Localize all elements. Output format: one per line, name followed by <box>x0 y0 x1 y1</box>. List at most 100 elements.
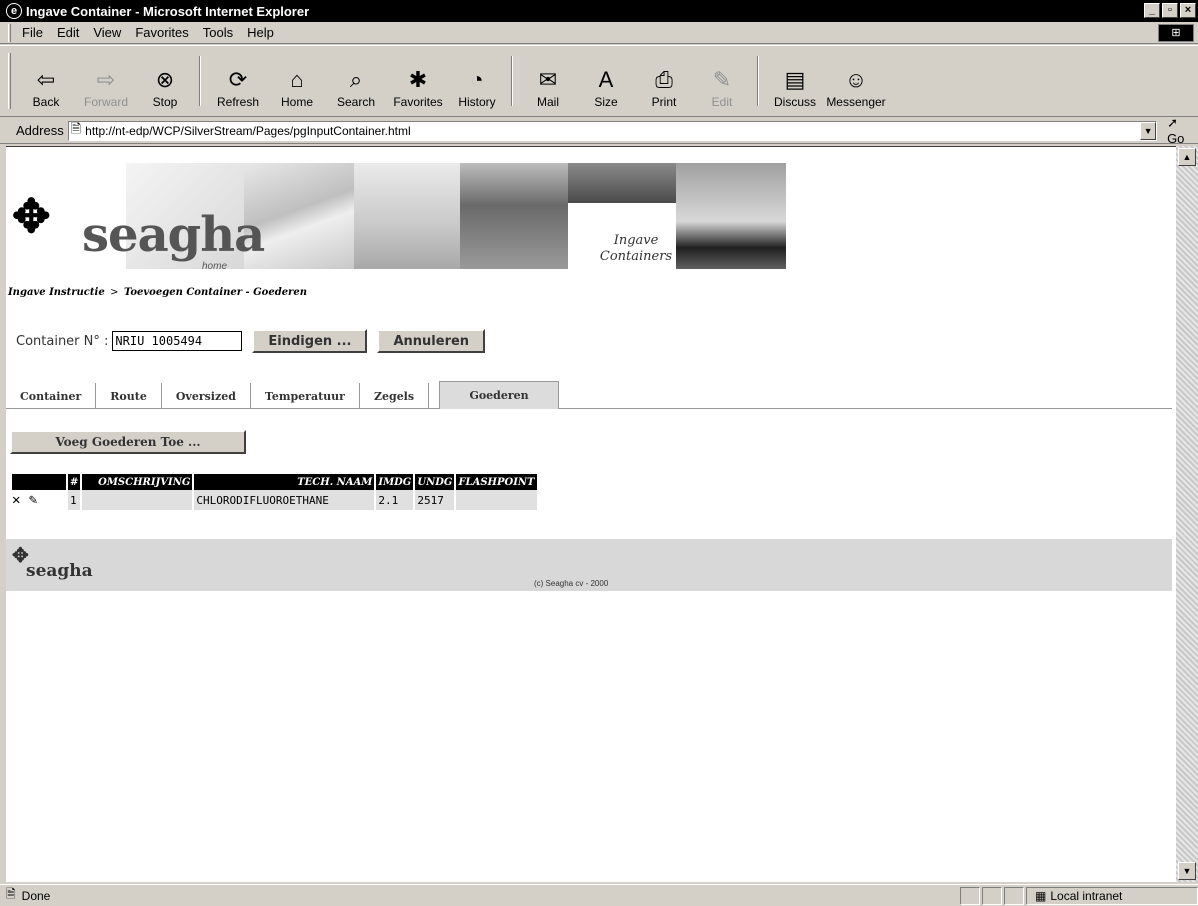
menu-help[interactable]: Help <box>240 25 281 40</box>
menu-tools[interactable]: Tools <box>196 25 240 40</box>
stop-icon: ⊗ <box>155 67 175 92</box>
menu-favorites[interactable]: Favorites <box>128 25 195 40</box>
home-button[interactable]: ⌂ Home <box>269 53 325 109</box>
status-text: Done <box>21 888 51 903</box>
size-icon: A <box>598 67 614 92</box>
messenger-button[interactable]: ☺ Messenger <box>825 53 887 109</box>
address-label: Address <box>16 123 64 138</box>
tab-bar: Container Route Oversized Temperatuur Ze… <box>6 381 1172 409</box>
toolbar-separator <box>199 56 201 106</box>
windows-logo-icon: ⊞ <box>1158 24 1194 42</box>
zone-label: Local intranet <box>1050 889 1123 903</box>
container-number-input[interactable] <box>112 331 243 351</box>
menu-grip <box>8 23 11 42</box>
tab-goederen[interactable]: Goederen <box>439 381 560 409</box>
back-label: Back <box>32 95 60 109</box>
forward-button[interactable]: ⇨ Forward <box>75 53 137 109</box>
table-header-row: # OMSCHRIJVING TECH. NAAM IMDG UNDG FLAS… <box>12 474 537 490</box>
delete-icon[interactable]: ✕ <box>12 492 20 508</box>
tab-oversized[interactable]: Oversized <box>162 383 251 409</box>
discuss-button[interactable]: ▤ Discuss <box>765 53 825 109</box>
maximize-button[interactable]: ▫ <box>1162 3 1178 18</box>
container-label: Container N° : <box>16 333 109 349</box>
column-header-undg: UNDG <box>415 474 455 490</box>
search-label: Search <box>336 95 376 109</box>
status-pane <box>982 887 1002 905</box>
stop-label: Stop <box>152 95 178 109</box>
page-content: ✥ seagha home Ingave Containers Ingave I… <box>6 146 1176 882</box>
copyright: (c) Seagha cv - 2000 <box>534 579 609 588</box>
add-goods-button[interactable]: Voeg Goederen Toe ... <box>10 430 246 454</box>
breadcrumb-current: Toevoegen Container - Goederen <box>124 287 307 298</box>
status-page-icon: 🗎 <box>6 887 16 901</box>
page-footer: ✥ seagha (c) Seagha cv - 2000 <box>6 539 1172 591</box>
container-row: Container N° : Eindigen ... Annuleren <box>16 329 495 353</box>
banner-photo <box>354 163 460 269</box>
toolbar-separator <box>757 56 759 106</box>
column-header-omschrijving: OMSCHRIJVING <box>82 474 193 490</box>
cell-undg: 2517 <box>415 490 455 510</box>
favorites-icon: ✱ <box>408 67 428 92</box>
stop-button[interactable]: ⊗ Stop <box>137 53 193 109</box>
breadcrumb-root[interactable]: Ingave Instructie <box>8 287 105 298</box>
column-header-imdg: IMDG <box>376 474 414 490</box>
address-url: http://nt-edp/WCP/SilverStream/Pages/pgI… <box>85 123 411 138</box>
section-title: Ingave Containers <box>594 233 678 265</box>
search-button[interactable]: ⌕ Search <box>325 53 387 109</box>
chevron-down-icon[interactable]: ▼ <box>1140 121 1157 140</box>
search-icon: ⌕ <box>349 67 363 92</box>
cell-number: 1 <box>68 490 81 510</box>
column-header-flashpoint: FLASHPOINT <box>456 474 537 490</box>
vertical-scrollbar[interactable]: ▲ ▼ <box>1176 146 1198 882</box>
close-button[interactable]: × <box>1180 3 1196 18</box>
scroll-down-icon[interactable]: ▼ <box>1178 862 1196 880</box>
forward-icon: ⇨ <box>96 67 116 92</box>
discuss-icon: ▤ <box>784 67 806 92</box>
back-button[interactable]: ⇦ Back <box>17 53 75 109</box>
finish-button[interactable]: Eindigen ... <box>252 329 368 353</box>
favorites-button[interactable]: ✱ Favorites <box>387 53 449 109</box>
mail-label: Mail <box>536 95 559 109</box>
history-button[interactable]: ◔ History <box>449 53 505 109</box>
row-actions: ✕ ✎ <box>12 490 66 510</box>
tab-temperatuur[interactable]: Temperatuur <box>251 383 360 409</box>
logo-arrows-icon: ✥ <box>12 190 51 242</box>
scroll-up-icon[interactable]: ▲ <box>1178 148 1196 166</box>
column-header-tech-naam: TECH. NAAM <box>194 474 375 490</box>
menu-view[interactable]: View <box>86 25 128 40</box>
toolbar-separator <box>511 56 513 106</box>
print-button[interactable]: ⎙ Print <box>635 53 693 109</box>
mail-button[interactable]: ✉ Mail <box>519 53 577 109</box>
print-icon: ⎙ <box>655 67 673 92</box>
column-header-actions <box>12 474 66 490</box>
minimize-button[interactable]: _ <box>1144 3 1160 18</box>
edit-label: Edit <box>711 95 733 109</box>
menu-file[interactable]: File <box>15 25 50 40</box>
toolbar-grip <box>8 53 11 109</box>
status-bar: 🗎 Done ▦ Local intranet <box>0 884 1198 906</box>
ie-icon: e <box>6 3 22 19</box>
go-button[interactable]: ➚ Go <box>1167 115 1198 146</box>
print-label: Print <box>651 95 677 109</box>
messenger-icon: ☺ <box>844 67 868 92</box>
edit-pencil-icon[interactable]: ✎ <box>29 492 37 508</box>
mail-icon: ✉ <box>538 67 558 92</box>
banner-photo <box>460 163 568 269</box>
refresh-icon: ⟳ <box>228 67 248 92</box>
logo-home-label: home <box>202 261 228 272</box>
go-label: Go <box>1167 131 1185 146</box>
browser-window: e Ingave Container - Microsoft Internet … <box>0 0 1198 906</box>
tab-route[interactable]: Route <box>96 383 162 409</box>
logo-text: seagha <box>82 207 265 263</box>
menu-edit[interactable]: Edit <box>50 25 86 40</box>
cancel-button[interactable]: Annuleren <box>377 329 486 353</box>
tab-zegels[interactable]: Zegels <box>360 383 430 409</box>
refresh-button[interactable]: ⟳ Refresh <box>207 53 269 109</box>
size-button[interactable]: A Size <box>577 53 635 109</box>
banner-photo <box>568 163 676 203</box>
address-input[interactable]: 🗎 http://nt-edp/WCP/SilverStream/Pages/p… <box>67 120 1158 141</box>
seagha-logo[interactable]: ✥ seagha home <box>12 189 265 272</box>
security-zone: ▦ Local intranet <box>1026 887 1198 905</box>
edit-button[interactable]: ✎ Edit <box>693 53 751 109</box>
tab-container[interactable]: Container <box>6 383 97 409</box>
